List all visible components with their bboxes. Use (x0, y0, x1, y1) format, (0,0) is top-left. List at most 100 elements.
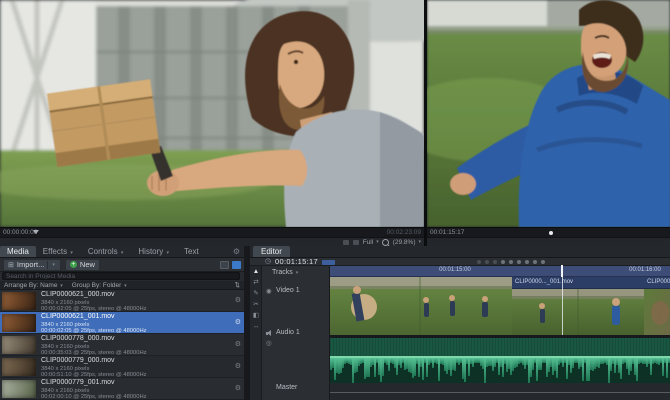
master-level-line (330, 392, 670, 393)
clip-settings-icon[interactable]: ⚙ (235, 362, 241, 370)
tool-dot-button[interactable] (493, 260, 497, 264)
timeline-viewer-control-bar: ⟲ ⇄ ◁ ▮◀ ◀ ▶ ▶▮ (427, 237, 670, 246)
timeline-viewer-timecode: 00:01:15:17 (427, 228, 467, 237)
editor-timecode[interactable]: 00:01:15:17 (275, 258, 318, 266)
source-timecode-total: 00:02:23:09 (384, 228, 424, 237)
timeline[interactable]: 00:01:15:00 00:01:16:00 (330, 266, 670, 400)
audio-track-lane[interactable] (330, 338, 670, 383)
tab-history[interactable]: History ▾ (131, 246, 177, 257)
clip-filmstrip (512, 289, 644, 335)
tab-editor[interactable]: Editor (253, 246, 290, 257)
video-track-label[interactable]: Video 1 (276, 287, 300, 294)
editor-panel: Editor ◷ 00:01:15:17 ▲ ⇄ ✎ ✂ ◧ (250, 246, 670, 400)
list-view-toggle[interactable] (220, 261, 229, 269)
timeline-ruler[interactable]: 00:01:15:00 00:01:16:00 (330, 266, 670, 277)
tile-view-toggle[interactable] (232, 261, 241, 269)
export-frame-icon[interactable] (343, 240, 349, 245)
audio-track-label[interactable]: Audio 1 (276, 329, 300, 336)
clip-thumbnail (2, 336, 36, 354)
fullscreen-icon[interactable] (353, 240, 359, 245)
tool-dot-button[interactable] (517, 260, 521, 264)
zoom-level-label[interactable]: (29.8%) (393, 239, 416, 246)
chevron-down-icon: ▾ (60, 283, 63, 289)
tracks-dropdown[interactable]: Tracks ▾ (272, 269, 299, 276)
clip-name: CLIP0000779_000.mov (41, 357, 232, 365)
timeline-viewer: 00:01:15:17 ⟲ ⇄ ◁ ▮◀ ◀ ▶ ▶▮ (427, 0, 670, 246)
tool-dot-button[interactable] (485, 260, 489, 264)
tool-dot-button[interactable] (501, 260, 505, 264)
ruler-timecode: 00:01:16:00 (605, 267, 670, 273)
tab-text[interactable]: Text (177, 246, 206, 257)
timeline-video-clip[interactable] (330, 277, 512, 335)
panel-settings-icon[interactable]: ⚙ (229, 246, 244, 257)
audio-clip-body (330, 338, 670, 356)
speaker-icon[interactable] (266, 330, 274, 337)
timeline-clip-name: CLIP0000..._001.mov (644, 277, 670, 289)
media-clip-row[interactable]: CLIP0000778_000.mov 3840 x 2160 pixels 0… (0, 334, 244, 356)
new-button[interactable]: + New (65, 259, 100, 271)
clip-settings-icon[interactable]: ⚙ (235, 296, 241, 304)
chevron-down-icon: ▾ (70, 250, 73, 256)
source-viewer: 00:00:00:00 00:02:23:09 ⟲ ⇄ ◁ ▮◀ ◀ ▶ ▶▮ … (0, 0, 424, 246)
source-control-bar: ⟲ ⇄ ◁ ▮◀ ◀ ▶ ▶▮ Full ▾ (29.8%) ▾ (0, 237, 424, 246)
search-input[interactable] (2, 272, 240, 280)
group-by-dropdown[interactable]: Group By: Folder ▾ (68, 282, 132, 289)
timeline-viewer-playhead[interactable] (549, 231, 553, 235)
import-button[interactable]: ⊞ Import... ▾ (3, 259, 61, 271)
slip-tool-icon[interactable]: ⇄ (250, 277, 262, 288)
clip-settings-icon[interactable]: ⚙ (235, 318, 241, 326)
clip-settings-icon[interactable]: ⚙ (235, 340, 241, 348)
chevron-down-icon: ▾ (296, 270, 299, 276)
editor-toolbar: ◷ 00:01:15:17 (250, 258, 670, 266)
video-editor-app: 00:00:00:00 00:02:23:09 ⟲ ⇄ ◁ ▮◀ ◀ ▶ ▶▮ … (0, 0, 670, 400)
media-clip-row[interactable]: CLIP0000779_001.mov 3840 x 2160 pixels 0… (0, 378, 244, 400)
clip-name: CLIP0000621_001.mov (41, 313, 232, 321)
razor-tool-icon[interactable]: ✂ (250, 299, 262, 310)
clip-thumbnail (2, 380, 36, 398)
clip-format: 00:02:00:10 @ 25fps, stereo @ 48000Hz (41, 394, 232, 400)
tool-dot-button[interactable] (509, 260, 513, 264)
clip-settings-icon[interactable]: ⚙ (235, 384, 241, 392)
select-tool-icon[interactable]: ▲ (250, 266, 262, 277)
sort-direction-icon[interactable]: ⇅ (231, 281, 244, 289)
fit-mode-label[interactable]: Full (363, 239, 373, 246)
timeline-playhead[interactable] (561, 265, 563, 277)
tool-dot-button[interactable] (525, 260, 529, 264)
monitor-icon[interactable]: ◎ (266, 339, 272, 347)
timeline-video-clip[interactable]: CLIP0000..._001.mov (644, 277, 670, 335)
source-seekbar[interactable]: 00:00:00:00 00:02:23:09 (0, 227, 424, 237)
chevron-down-icon: ▾ (124, 283, 127, 289)
media-sort-row: Arrange By: Name ▾ Group By: Folder ▾ ⇅ (0, 281, 244, 290)
pen-tool-icon[interactable]: ✎ (250, 288, 262, 299)
source-playhead-marker[interactable] (33, 230, 39, 234)
clip-filmstrip (644, 289, 670, 335)
media-clip-row-selected[interactable]: CLIP0000621_001.mov 3840 x 2160 pixels 0… (0, 312, 244, 334)
tool-dot-button[interactable] (533, 260, 537, 264)
eye-icon[interactable]: ◉ (266, 287, 272, 295)
tab-effects[interactable]: Effects ▾ (36, 246, 81, 257)
clip-name: CLIP0000778_000.mov (41, 335, 232, 343)
tab-controls[interactable]: Controls ▾ (81, 246, 132, 257)
master-track-label[interactable]: Master (276, 384, 297, 391)
arrange-by-dropdown[interactable]: Arrange By: Name ▾ (0, 282, 68, 289)
timeline-tool-strip: ▲ ⇄ ✎ ✂ ◧ ↔ (250, 266, 262, 400)
tool-dot-button[interactable] (541, 260, 545, 264)
import-icon: ⊞ (8, 261, 14, 269)
timeline-viewer-seekbar[interactable]: 00:01:15:17 (427, 227, 670, 237)
media-panel: Media Effects ▾ Controls ▾ History ▾ Tex… (0, 246, 244, 400)
tab-media[interactable]: Media (0, 246, 36, 257)
media-clip-row[interactable]: CLIP0000779_000.mov 3840 x 2160 pixels 0… (0, 356, 244, 378)
timeline-video-clip[interactable]: CLIP0000..._001.mov (512, 277, 644, 335)
master-track-lane[interactable] (330, 383, 670, 400)
tool-dot-button[interactable] (477, 260, 481, 264)
hand-tool-icon[interactable]: ↔ (250, 321, 262, 332)
media-tabbar: Media Effects ▾ Controls ▾ History ▾ Tex… (0, 246, 244, 258)
video-track-lane[interactable]: CLIP0000..._001.mov CL (330, 277, 670, 335)
timeline-clip-name: CLIP0000..._001.mov (512, 277, 644, 289)
snap-toggle[interactable] (322, 260, 335, 265)
media-toolbar: ⊞ Import... ▾ + New (0, 258, 244, 272)
clip-name: CLIP0000621_000.mov (41, 291, 232, 299)
media-clip-row[interactable]: CLIP0000621_000.mov 3840 x 2160 pixels 0… (0, 290, 244, 312)
plus-icon: + (70, 261, 77, 268)
mask-tool-icon[interactable]: ◧ (250, 310, 262, 321)
